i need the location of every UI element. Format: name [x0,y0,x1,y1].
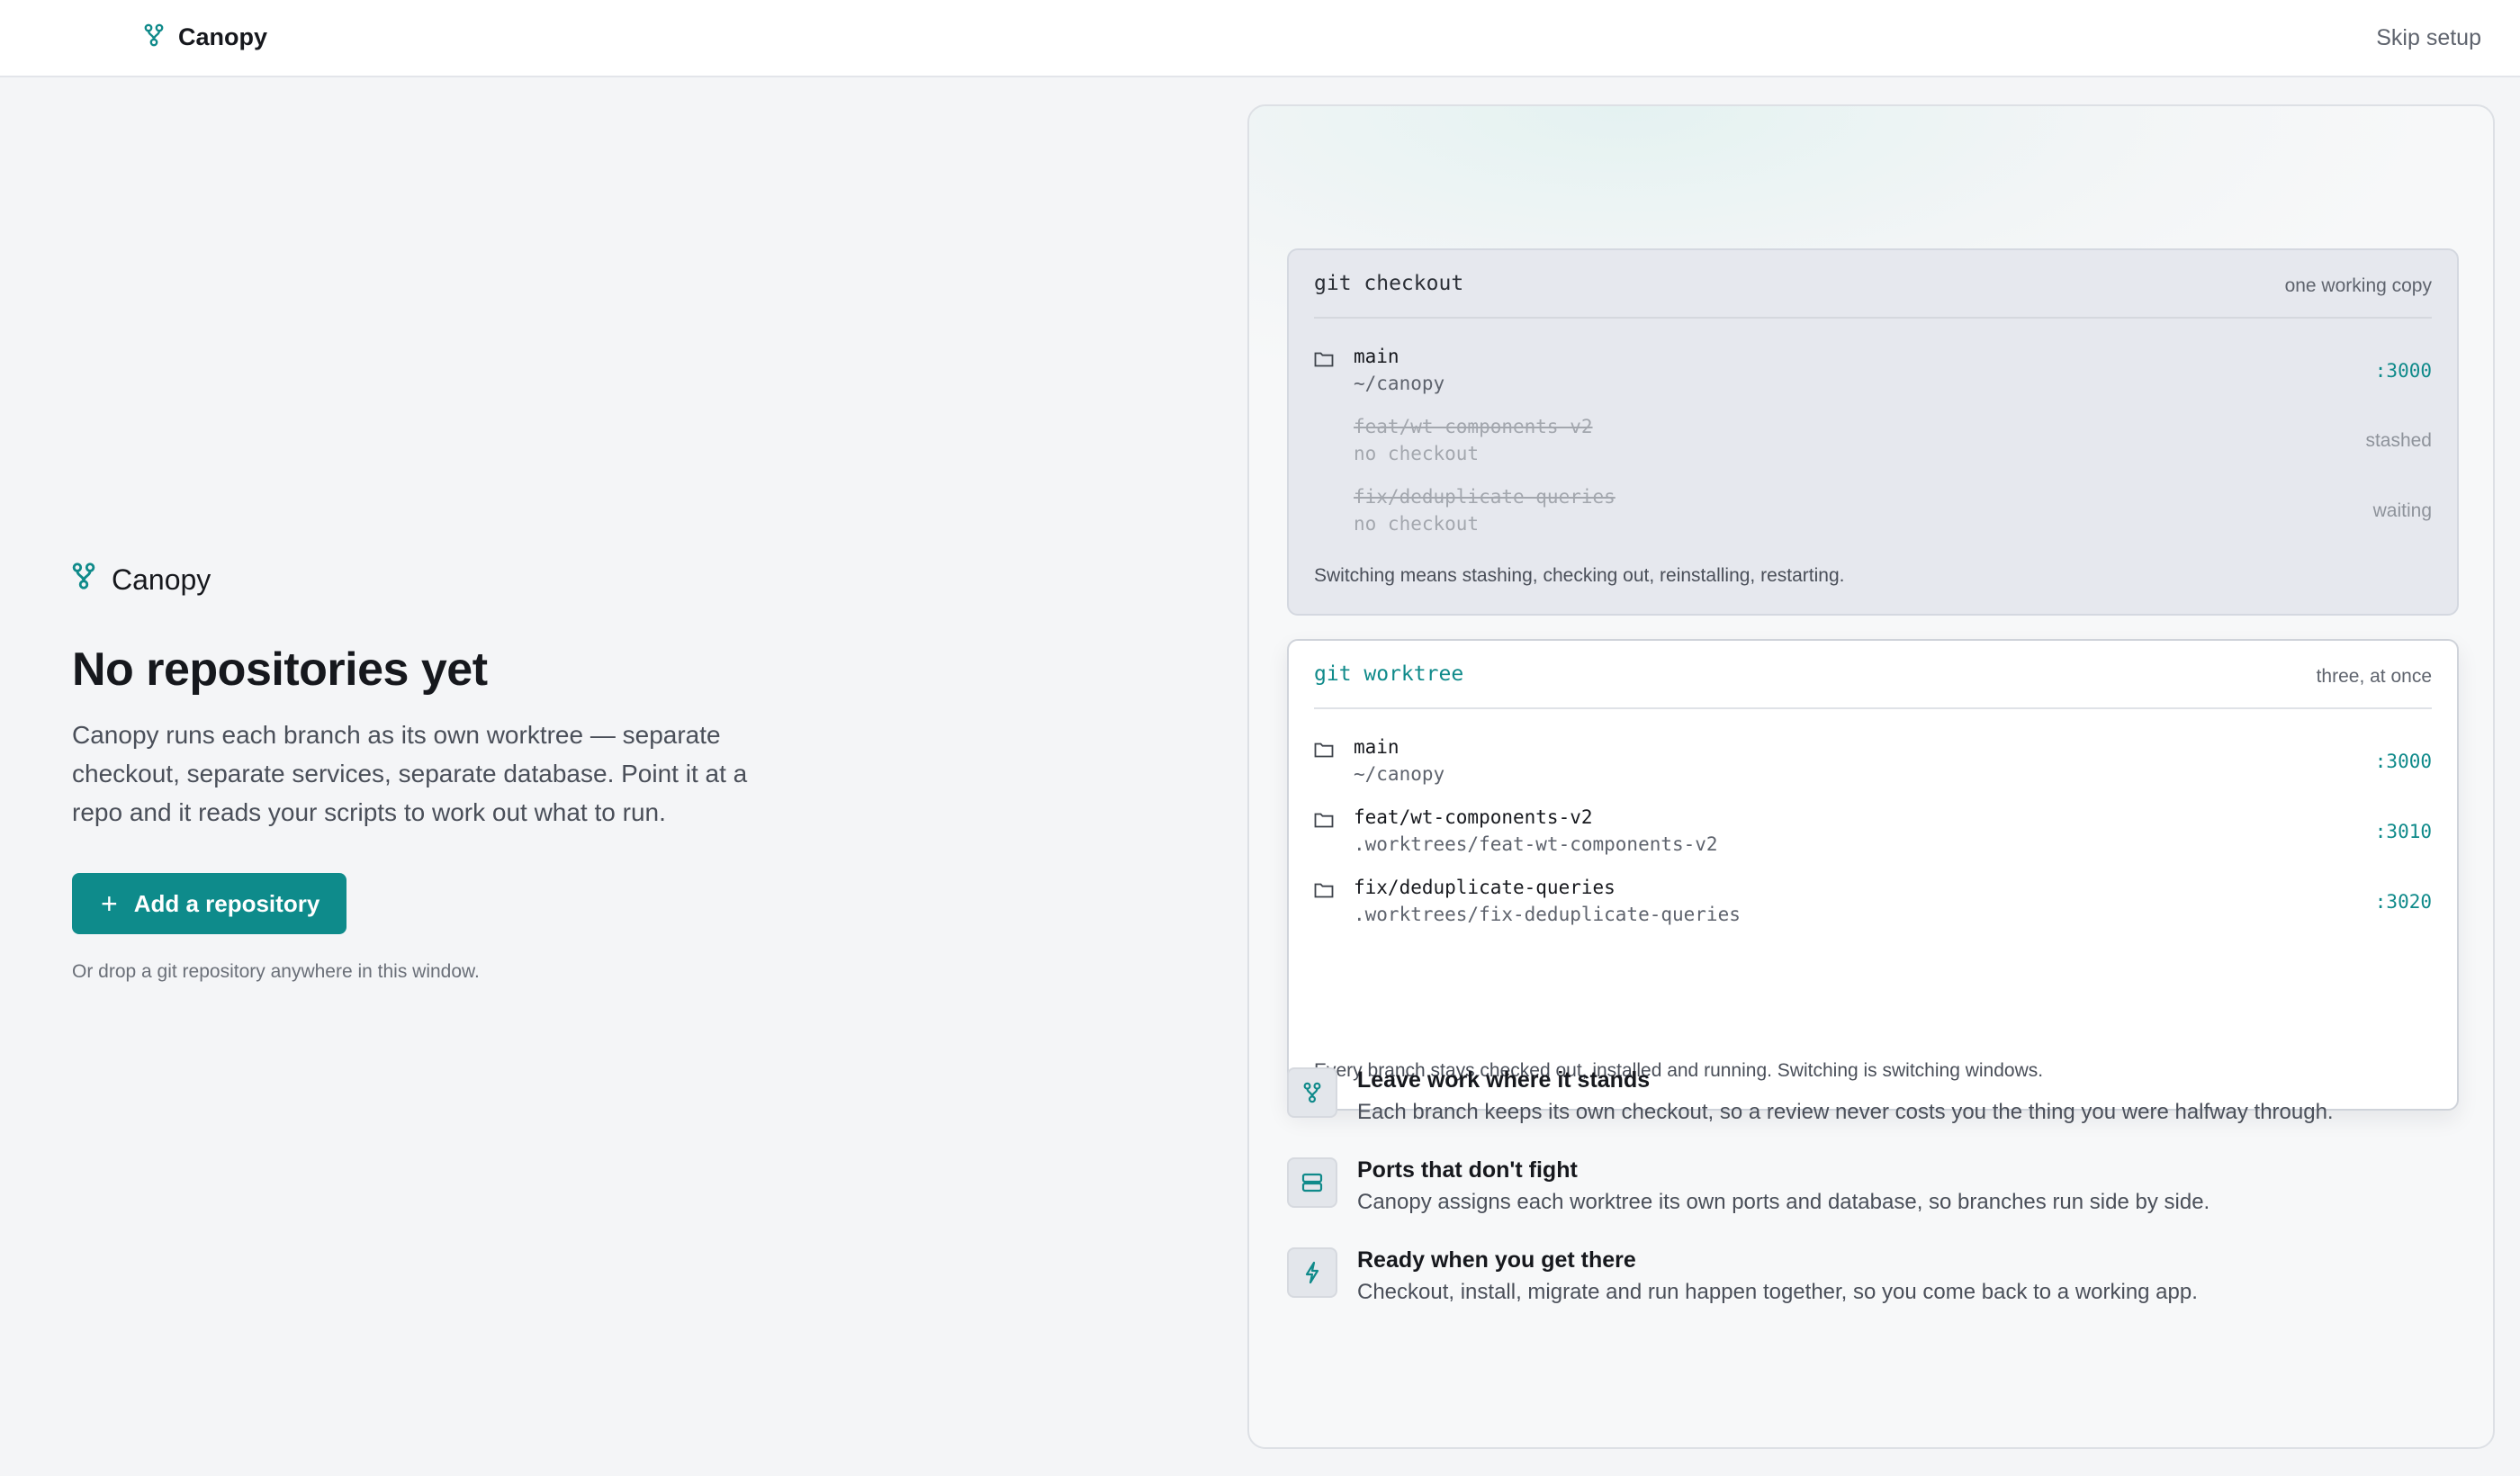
branch-status: stashed [2365,430,2432,451]
top-bar: Canopy Skip setup [0,0,2520,77]
worktree-card-header: git worktree three, at once [1314,662,2432,709]
worktree-card-subtitle: three, at once [2316,666,2432,687]
list-item: fix/deduplicate-queries .worktrees/fix-d… [1314,877,2432,934]
empty-state: Canopy No repositories yet Canopy runs e… [72,562,810,983]
branch-path: .worktrees/fix-deduplicate-queries [1354,904,1741,925]
checkout-card-subtitle: one working copy [2284,275,2432,296]
empty-state-brand: Canopy [72,562,810,598]
worktree-card: git worktree three, at once main ~/canop… [1287,639,2459,1111]
folder-icon [1314,351,1334,371]
branch-status: waiting [2372,500,2432,521]
branch-path: no checkout [1354,443,1480,464]
branch-path: ~/canopy [1354,373,1445,394]
list-item: main ~/canopy :3000 [1314,346,2432,403]
empty-state-app-name: Canopy [112,562,212,596]
folder-icon [1314,812,1334,832]
folder-icon [1314,742,1334,761]
branch-name: main [1354,346,1400,367]
feature-item: Leave work where it stands Each branch k… [1287,1067,2459,1139]
list-item: feat/wt-components-v2 .worktrees/feat-wt… [1314,806,2432,864]
feature-description: Canopy assigns each worktree its own por… [1357,1190,2210,1214]
feature-description: Checkout, install, migrate and run happe… [1357,1280,2198,1304]
branch-name: feat/wt-components-v2 [1354,416,1593,437]
skip-setup-button[interactable]: Skip setup [2376,25,2481,51]
topbar-app-name: Canopy [178,23,268,50]
checkout-card-header: git checkout one working copy [1314,272,2432,319]
branch-icon [72,562,95,598]
branch-name: fix/deduplicate-queries [1354,877,1616,898]
worktree-card-title: git worktree [1314,662,1464,686]
list-item: feat/wt-components-v2 no checkout stashe… [1314,416,2432,473]
checkout-card: git checkout one working copy main ~/can… [1287,248,2459,616]
branch-port: :3000 [2374,751,2432,772]
branch-port: :3020 [2374,891,2432,913]
page-title: No repositories yet [72,644,488,696]
feature-title: Ports that don't fight [1357,1157,1578,1183]
branch-path: .worktrees/feat-wt-components-v2 [1354,833,1718,855]
add-repository-button[interactable]: + Add a repository [72,873,347,935]
add-repository-label: Add a repository [133,889,320,917]
feature-item: Ports that don't fight Canopy assigns ea… [1287,1157,2459,1229]
server-icon [1287,1157,1337,1208]
branch-path: no checkout [1354,513,1480,535]
feature-title: Leave work where it stands [1357,1067,1651,1093]
checkout-card-title: git checkout [1314,272,1464,295]
comparison-panel: git checkout one working copy main ~/can… [1247,104,2495,1449]
feature-item: Ready when you get there Checkout, insta… [1287,1247,2459,1319]
checkout-card-footer: Switching means stashing, checking out, … [1314,565,1845,586]
feature-title: Ready when you get there [1357,1247,1636,1273]
branch-name: feat/wt-components-v2 [1354,806,1593,828]
empty-state-description: Canopy runs each branch as its own workt… [72,721,748,827]
feature-description: Each branch keeps its own checkout, so a… [1357,1100,2334,1124]
branch-port: :3010 [2374,821,2432,842]
list-item: main ~/canopy :3000 [1314,736,2432,794]
branch-name: main [1354,736,1400,758]
topbar-brand: Canopy [144,23,267,51]
plus-icon: + [101,887,118,921]
branch-port: :3000 [2374,360,2432,382]
bolt-icon [1287,1247,1337,1298]
list-item: fix/deduplicate-queries no checkout wait… [1314,486,2432,544]
branch-icon [1287,1067,1337,1118]
branch-path: ~/canopy [1354,763,1445,785]
branch-name: fix/deduplicate-queries [1354,486,1616,508]
folder-icon [1314,882,1334,902]
branch-icon [144,23,164,51]
drop-hint: Or drop a git repository anywhere in thi… [72,961,480,983]
